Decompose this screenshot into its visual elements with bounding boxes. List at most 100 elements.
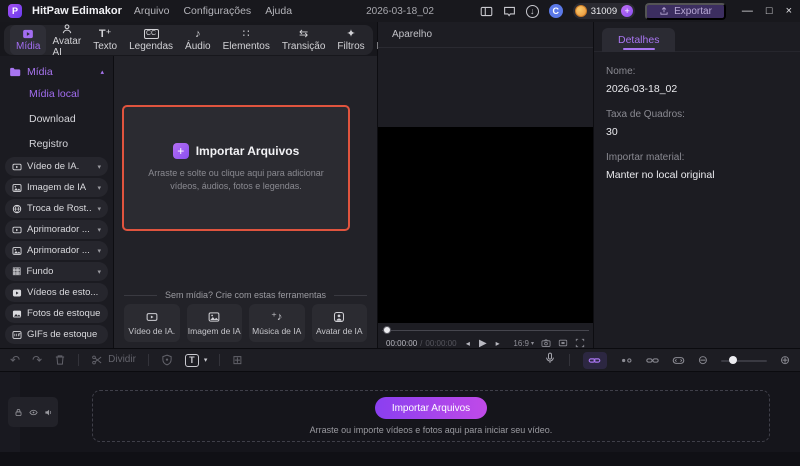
- zoom-in-icon[interactable]: ⊕: [780, 353, 790, 367]
- sidebar-item-imagem-de-ia[interactable]: Imagem de IA ▾: [5, 178, 108, 197]
- menu-ajuda[interactable]: Ajuda: [263, 5, 294, 17]
- sidebar-item-download[interactable]: Download: [29, 107, 108, 132]
- sidebar-item-aprimorador-imagem[interactable]: Aprimorador ... ▾: [5, 241, 108, 260]
- minimize-button[interactable]: —: [742, 6, 753, 17]
- video-viewport[interactable]: [378, 127, 593, 323]
- seek-bar[interactable]: [378, 325, 593, 335]
- split-button[interactable]: Dividir: [91, 354, 136, 366]
- menu-arquivo[interactable]: Arquivo: [132, 5, 172, 17]
- feedback-icon[interactable]: [503, 5, 516, 18]
- delete-icon[interactable]: [54, 354, 66, 366]
- magnet-icon[interactable]: [620, 354, 633, 367]
- seek-handle[interactable]: [383, 326, 391, 334]
- chain-icon[interactable]: [646, 354, 659, 367]
- tools-header: Sem mídia? Crie com estas ferramentas: [124, 290, 367, 300]
- main-content: Mídia Avatar AI T⁺ Texto CC Legendas: [0, 22, 800, 348]
- details-panel: Detalhes Nome: 2026-03-18_02 Taxa de Qua…: [594, 22, 800, 348]
- previous-frame-button[interactable]: ◂: [466, 339, 470, 348]
- sidebar-item-video-de-ia[interactable]: Vídeo de IA. ▾: [5, 157, 108, 176]
- fit-screen-icon[interactable]: [558, 338, 568, 348]
- user-avatar[interactable]: C: [549, 4, 563, 18]
- tab-elementos[interactable]: ∷ Elementos: [217, 25, 276, 55]
- music-note-icon: ⁺♪: [271, 311, 282, 323]
- zoom-slider-handle[interactable]: [729, 356, 737, 364]
- timeline-area[interactable]: Importar Arquivos Arraste ou importe víd…: [0, 372, 800, 466]
- auto-link-toggle[interactable]: [583, 352, 607, 369]
- tools-row: Vídeo de IA. Imagem de IA ⁺♪ Música de I…: [124, 304, 367, 342]
- menu-configuracoes[interactable]: Configurações: [181, 5, 253, 17]
- tool-avatar-de-ia[interactable]: Avatar de IA: [312, 304, 368, 342]
- close-button[interactable]: ×: [786, 6, 792, 17]
- chevron-down-icon: ▾: [97, 184, 101, 192]
- expand-clip-icon[interactable]: [672, 354, 685, 367]
- tab-midia[interactable]: Mídia: [10, 25, 46, 55]
- import-dropzone[interactable]: + Importar Arquivos Arraste e solte ou c…: [122, 105, 350, 231]
- fullscreen-icon[interactable]: [575, 338, 585, 348]
- tab-avatar-ai[interactable]: Avatar AI: [46, 25, 87, 55]
- timeline-scroll-strip[interactable]: [0, 452, 800, 466]
- image-icon: [208, 311, 220, 323]
- redo-icon[interactable]: ↷: [32, 354, 42, 366]
- media-icon: [22, 28, 34, 40]
- scissors-icon: [91, 354, 103, 366]
- seek-track[interactable]: [382, 330, 589, 331]
- sidebar-item-aprimorador-video[interactable]: Aprimorador ... ▾: [5, 220, 108, 239]
- sidebar-item-troca-de-rosto[interactable]: Troca de Rost... ▾: [5, 199, 108, 218]
- image-icon: [12, 183, 22, 193]
- shield-icon[interactable]: [161, 354, 173, 366]
- tool-musica-de-ia[interactable]: ⁺♪ Música de IA: [249, 304, 305, 342]
- tab-filtros[interactable]: ✦ Filtros: [331, 25, 370, 55]
- maximize-button[interactable]: □: [766, 6, 773, 17]
- chevron-down-icon: ▾: [97, 163, 101, 171]
- chevron-down-icon: ▾: [531, 340, 534, 347]
- tool-video-de-ia[interactable]: Vídeo de IA.: [124, 304, 180, 342]
- speaker-icon[interactable]: [44, 408, 53, 417]
- coin-icon: [575, 5, 587, 17]
- timeline-drop-hint: Arraste ou importe vídeos e fotos aqui p…: [310, 425, 553, 435]
- tab-detalhes[interactable]: Detalhes: [602, 28, 675, 52]
- zoom-frame-icon[interactable]: ⊞: [232, 354, 242, 366]
- chevron-down-icon: ▾: [97, 268, 101, 276]
- sidebar-item-fundo[interactable]: ▦ Fundo ▾: [5, 262, 108, 281]
- sidebar-group-midia[interactable]: Mídia ▴: [5, 62, 108, 82]
- tool-imagem-de-ia[interactable]: Imagem de IA: [187, 304, 243, 342]
- chevron-down-icon: ▾: [97, 247, 101, 255]
- quick-text-button[interactable]: T ▾: [185, 354, 208, 367]
- lock-icon[interactable]: [14, 408, 23, 417]
- tab-legendas[interactable]: CC Legendas: [123, 25, 179, 55]
- timeline-zoom-slider[interactable]: [721, 355, 767, 365]
- tab-texto[interactable]: T⁺ Texto: [87, 25, 123, 55]
- aspect-ratio-select[interactable]: 16:9▾: [513, 339, 534, 348]
- app-window: P HitPaw Edimakor Arquivo Configurações …: [0, 0, 800, 466]
- person-icon: [61, 23, 73, 35]
- add-coins-icon[interactable]: +: [621, 5, 633, 17]
- timeline-dropzone[interactable]: Importar Arquivos Arraste ou importe víd…: [92, 390, 770, 442]
- sidebar-item-videos-de-estoque[interactable]: Vídeos de esto...: [5, 283, 108, 302]
- timeline-import-button[interactable]: Importar Arquivos: [375, 397, 487, 419]
- stock-photo-icon: [12, 309, 22, 319]
- zoom-out-icon[interactable]: ⊖: [698, 353, 708, 367]
- undo-icon[interactable]: ↶: [10, 354, 20, 366]
- play-button[interactable]: ▶: [479, 338, 487, 349]
- filters-sparkle-icon: ✦: [346, 28, 355, 40]
- sidebar-item-midia-local[interactable]: Mídia local: [29, 82, 108, 107]
- field-value-importar-material: Manter no local original: [606, 169, 800, 181]
- eye-icon[interactable]: [29, 408, 38, 417]
- layout-icon[interactable]: [480, 5, 493, 18]
- titlebar: P HitPaw Edimakor Arquivo Configurações …: [0, 0, 800, 22]
- preview-panel: Aparelho 00:00:00 / 00:00:00 ◂ ▶ ▸: [378, 22, 594, 348]
- timecode: 00:00:00 / 00:00:00: [386, 339, 457, 348]
- next-frame-button[interactable]: ▸: [496, 339, 500, 348]
- export-button[interactable]: Exportar: [645, 3, 726, 20]
- sidebar-item-registro[interactable]: Registro: [29, 132, 108, 157]
- coin-balance[interactable]: 31009 +: [573, 3, 635, 19]
- field-label-taxa-quadros: Taxa de Quadros:: [606, 109, 800, 120]
- download-icon[interactable]: ↓: [526, 5, 539, 18]
- field-value-nome: 2026-03-18_02: [606, 83, 800, 95]
- sidebar-item-fotos-de-estoque[interactable]: Fotos de estoque: [5, 304, 108, 323]
- snapshot-camera-icon[interactable]: [541, 338, 551, 348]
- tab-audio[interactable]: ♪ Áudio: [179, 25, 217, 55]
- tab-transicao[interactable]: ⇆ Transição: [276, 25, 332, 55]
- sidebar-item-gifs-de-estoque[interactable]: GIFs de estoque: [5, 325, 108, 344]
- microphone-icon[interactable]: [544, 351, 556, 369]
